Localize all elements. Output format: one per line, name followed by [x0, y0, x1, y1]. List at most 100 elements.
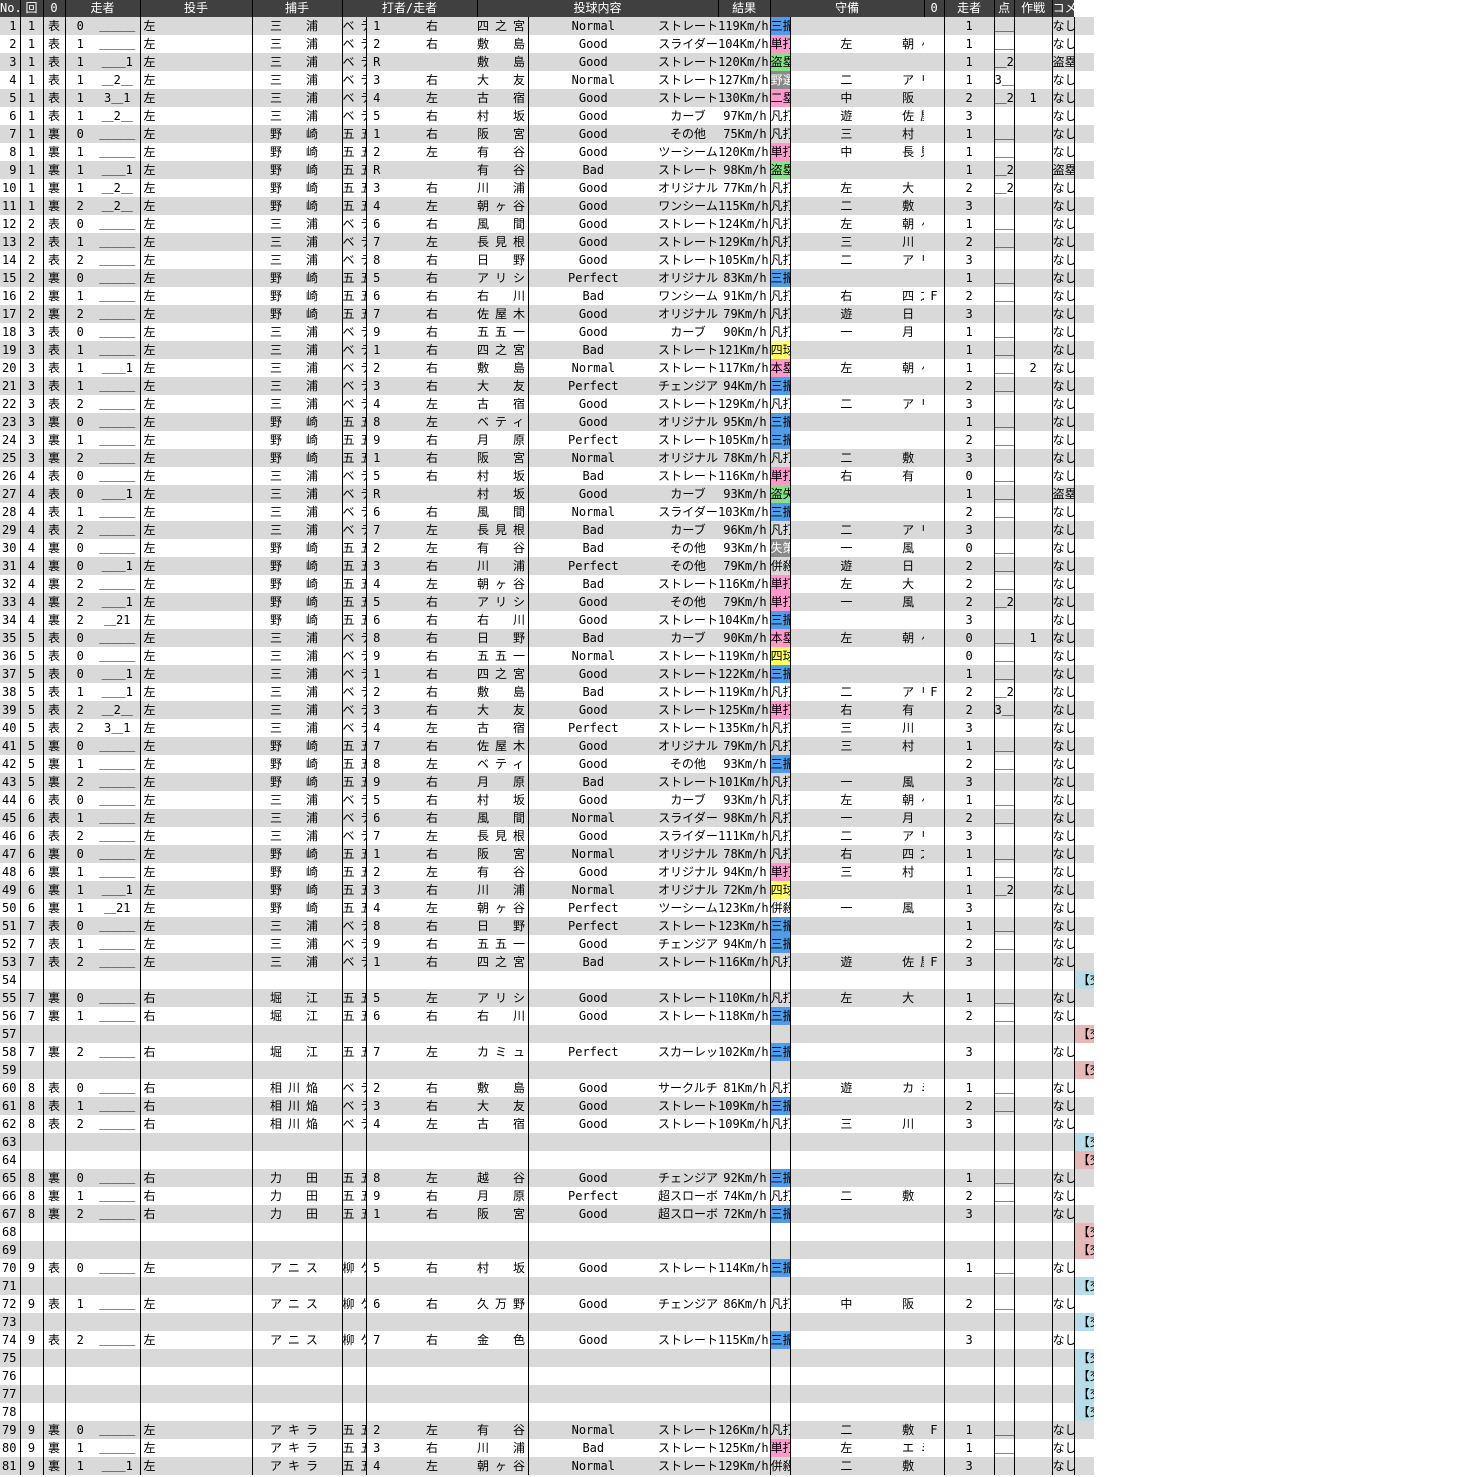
col-header-outs[interactable]: 0 — [43, 0, 66, 17]
table-row[interactable]: 16 2 裏 1 ＿＿＿ 左 野 崎 五五一 6 右 右 川 Bad ワンシーム… — [0, 287, 1474, 305]
table-row[interactable]: 36 5 表 0 ＿＿＿ 左 三 浦 ベティ 9 右 五五一 Normal スト… — [0, 647, 1474, 665]
table-row[interactable]: 70 9 表 0 ＿＿＿ 左 アニス 柳ケ瀬 5 右 村 坂 Good ストレー… — [0, 1259, 1474, 1277]
table-row[interactable]: 59 【交代】投手：三浦→相川焔 — [0, 1061, 1474, 1079]
table-row[interactable]: 79 9 裏 0 ＿＿＿ 左 アキラ 五五一 2 左 有 谷 Normal スト… — [0, 1421, 1474, 1439]
table-row[interactable]: 54 【交代】投手：野崎→堀江 — [0, 971, 1474, 989]
table-row[interactable]: 20 3 表 1 ＿＿1 左 三 浦 ベティ 2 右 敷 島 Normal スト… — [0, 359, 1474, 377]
table-row[interactable]: 45 6 表 1 ＿＿＿ 左 三 浦 ベティ 6 右 風 間 Normal スラ… — [0, 809, 1474, 827]
col-header-runs[interactable]: 点 — [994, 0, 1015, 17]
table-row[interactable]: 69 【交代】捕手：越谷→柳ケ瀬 — [0, 1241, 1474, 1259]
table-row[interactable]: 48 6 裏 1 ＿＿＿ 左 野 崎 五五一 2 左 有 谷 Good オリジナ… — [0, 863, 1474, 881]
table-row[interactable]: 71 【交代】代打：風間→久万野 — [0, 1277, 1474, 1295]
table-row[interactable]: 34 4 裏 2 ＿21 左 野 崎 五五一 6 右 右 川 Good ストレー… — [0, 611, 1474, 629]
outs-after-cell: 1 — [944, 341, 995, 359]
table-row[interactable]: 73 【交代】代打：長見根→金色 — [0, 1313, 1474, 1331]
table-row[interactable]: 1 1 表 0 ＿＿＿ 左 三 浦 ベティ 1 右 四之宮 Normal ストレ… — [0, 17, 1474, 35]
table-row[interactable]: 24 3 裏 1 ＿＿＿ 左 野 崎 五五一 9 右 月 原 Perfect ス… — [0, 431, 1474, 449]
table-row[interactable]: 5 1 表 1 3＿1 左 三 浦 ベティ 4 左 古 宿 Good ストレート… — [0, 89, 1474, 107]
table-row[interactable]: 67 8 裏 2 ＿＿＿ 右 力 田 五五一 1 右 阪 宮 Good 超スロー… — [0, 1205, 1474, 1223]
table-row[interactable]: 6 1 表 1 ＿2＿ 左 三 浦 ベティ 5 右 村 坂 Good カーブ 9… — [0, 107, 1474, 125]
col-header-pitch[interactable]: 投球内容 — [477, 0, 719, 17]
table-row[interactable]: 15 2 裏 0 ＿＿＿ 左 野 崎 五五一 5 右 アリシア Perfect … — [0, 269, 1474, 287]
play-number-cell: 58 — [0, 1043, 21, 1061]
table-row[interactable]: 22 3 表 2 ＿＿＿ 左 三 浦 ベティ 4 左 古 宿 Good ストレー… — [0, 395, 1474, 413]
table-row[interactable]: 43 5 裏 2 ＿＿＿ 左 野 崎 五五一 9 右 月 原 Bad ストレート… — [0, 773, 1474, 791]
table-row[interactable]: 28 4 表 1 ＿＿＿ 左 三 浦 ベティ 6 右 風 間 Normal スラ… — [0, 503, 1474, 521]
table-row[interactable]: 76 【交代】中堅：金色→海月 — [0, 1367, 1474, 1385]
outs-cell — [65, 1313, 95, 1331]
table-row[interactable]: 65 8 裏 0 ＿＿＿ 右 力 田 五五一 8 左 越 谷 Good チェンジ… — [0, 1169, 1474, 1187]
table-row[interactable]: 33 4 裏 2 ＿＿1 左 野 崎 五五一 5 右 アリシア Good その他… — [0, 593, 1474, 611]
table-row[interactable]: 25 3 裏 2 ＿＿＿ 左 野 崎 五五一 1 右 阪 宮 Normal オリ… — [0, 449, 1474, 467]
table-row[interactable]: 4 1 表 1 ＿2＿ 左 三 浦 ベティ 3 右 大 友 Normal ストレ… — [0, 71, 1474, 89]
table-row[interactable]: 35 5 表 0 ＿＿＿ 左 三 浦 ベティ 8 右 日 野 Bad カーブ 9… — [0, 629, 1474, 647]
table-row[interactable]: 30 4 裏 0 ＿＿＿ 左 野 崎 五五一 2 左 有 谷 Bad その他 9… — [0, 539, 1474, 557]
table-row[interactable]: 75 【交代】投手：力田→アキラ — [0, 1349, 1474, 1367]
table-row[interactable]: 37 5 表 0 ＿＿1 左 三 浦 ベティ 1 右 四之宮 Good ストレー… — [0, 665, 1474, 683]
table-row[interactable]: 3 1 表 1 ＿＿1 左 三 浦 ベティ R 敷 島 Good ストレート 1… — [0, 53, 1474, 71]
table-row[interactable]: 72 9 表 1 ＿＿＿ 左 アニス 柳ケ瀬 6 右 久万野 Good チェンジ… — [0, 1295, 1474, 1313]
table-row[interactable]: 12 2 表 0 ＿＿＿ 左 三 浦 ベティ 6 右 風 間 Good ストレー… — [0, 215, 1474, 233]
col-header-defense[interactable]: 守備 — [770, 0, 925, 17]
table-row[interactable]: 18 3 表 0 ＿＿＿ 左 三 浦 ベティ 9 右 五五一 Good カーブ … — [0, 323, 1474, 341]
table-row[interactable]: 68 【交代】投手：相川焔→アニス — [0, 1223, 1474, 1241]
table-row[interactable]: 10 1 裏 1 ＿2＿ 左 野 崎 五五一 3 右 川 浦 Good オリジナ… — [0, 179, 1474, 197]
col-header-runners-after[interactable]: 走者 — [944, 0, 995, 17]
col-header-outs-after[interactable]: 0 — [924, 0, 945, 17]
table-row[interactable]: 80 9 裏 1 ＿＿＿ 左 アキラ 五五一 3 右 川 浦 Bad ストレート… — [0, 1439, 1474, 1457]
table-row[interactable]: 58 7 裏 2 ＿＿＿ 右 堀 江 五五一 7 左 カミュ Perfect ス… — [0, 1043, 1474, 1061]
table-row[interactable]: 52 7 表 1 ＿＿＿ 左 三 浦 ベティ 9 右 五五一 Good チェンジ… — [0, 935, 1474, 953]
col-header-catcher[interactable]: 捕手 — [252, 0, 343, 17]
table-row[interactable]: 57 【交代】代打：佐屋木→カミュ — [0, 1025, 1474, 1043]
table-row[interactable]: 56 7 裏 1 ＿＿＿ 右 堀 江 五五一 6 右 右 川 Good ストレー… — [0, 1007, 1474, 1025]
table-row[interactable]: 66 8 裏 1 ＿＿＿ 右 力 田 五五一 9 右 月 原 Perfect 超… — [0, 1187, 1474, 1205]
table-row[interactable]: 78 【交代】一塁：久万野→竹之子 — [0, 1403, 1474, 1421]
table-row[interactable]: 26 4 表 0 ＿＿＿ 左 三 浦 ベティ 5 右 村 坂 Bad ストレート… — [0, 467, 1474, 485]
table-row[interactable]: 17 2 裏 2 ＿＿＿ 左 野 崎 五五一 7 右 佐屋木 Good オリジナ… — [0, 305, 1474, 323]
col-header-runners[interactable]: 走者 — [65, 0, 141, 17]
table-row[interactable]: 13 2 表 1 ＿＿＿ 左 三 浦 ベティ 7 左 長見根 Good ストレー… — [0, 233, 1474, 251]
table-row[interactable]: 42 5 裏 1 ＿＿＿ 左 野 崎 五五一 8 左 ベティ Good その他 … — [0, 755, 1474, 773]
table-row[interactable]: 61 8 表 1 ＿＿＿ 右 相川焔 ベティ 3 右 大 友 Good ストレー… — [0, 1097, 1474, 1115]
table-row[interactable]: 74 9 表 2 ＿＿＿ 左 アニス 柳ケ瀬 7 右 金 色 Good ストレー… — [0, 1331, 1474, 1349]
table-row[interactable]: 55 7 裏 0 ＿＿＿ 右 堀 江 五五一 5 左 アリシア Good ストレ… — [0, 989, 1474, 1007]
col-header-strategy[interactable]: 作戦 — [1014, 0, 1053, 17]
table-row[interactable]: 21 3 表 1 ＿＿＿ 左 三 浦 ベティ 3 右 大 友 Perfect チ… — [0, 377, 1474, 395]
table-row[interactable]: 81 9 裏 1 ＿＿1 左 アキラ 五五一 4 左 朝ヶ谷 Normal スト… — [0, 1457, 1474, 1475]
comment-cell — [1074, 1331, 1095, 1349]
table-row[interactable]: 60 8 表 0 ＿＿＿ 右 相川焔 ベティ 2 右 敷 島 Good サークル… — [0, 1079, 1474, 1097]
col-header-no[interactable]: No. — [0, 0, 21, 17]
table-row[interactable]: 63 【交代】投手：堀江→力田 — [0, 1133, 1474, 1151]
table-row[interactable]: 77 【交代】左翼：大友→エミーネ — [0, 1385, 1474, 1403]
table-row[interactable]: 29 4 表 2 ＿＿＿ 左 三 浦 ベティ 7 左 長見根 Bad カーブ 9… — [0, 521, 1474, 539]
table-row[interactable]: 64 【交代】代打：ベティ→越谷 — [0, 1151, 1474, 1169]
table-row[interactable]: 19 3 表 1 ＿＿＿ 左 三 浦 ベティ 1 右 四之宮 Bad ストレート… — [0, 341, 1474, 359]
table-row[interactable]: 44 6 表 0 ＿＿＿ 左 三 浦 ベティ 5 右 村 坂 Good カーブ … — [0, 791, 1474, 809]
table-row[interactable]: 46 6 表 2 ＿＿＿ 左 三 浦 ベティ 7 左 長見根 Good スライダ… — [0, 827, 1474, 845]
table-row[interactable]: 2 1 表 1 ＿＿＿ 左 三 浦 ベティ 2 右 敷 島 Good スライダー… — [0, 35, 1474, 53]
table-row[interactable]: 49 6 裏 1 ＿＿1 左 野 崎 五五一 3 右 川 浦 Normal オリ… — [0, 881, 1474, 899]
table-row[interactable]: 41 5 裏 0 ＿＿＿ 左 野 崎 五五一 7 右 佐屋木 Good オリジナ… — [0, 737, 1474, 755]
table-row[interactable]: 8 1 裏 1 ＿＿＿ 左 野 崎 五五一 2 左 有 谷 Good ツーシーム… — [0, 143, 1474, 161]
col-header-batter[interactable]: 打者/走者 — [342, 0, 478, 17]
table-row[interactable]: 14 2 表 2 ＿＿＿ 左 三 浦 ベティ 8 右 日 野 Good ストレー… — [0, 251, 1474, 269]
table-row[interactable]: 51 7 表 0 ＿＿＿ 左 三 浦 ベティ 8 右 日 野 Perfect ス… — [0, 917, 1474, 935]
col-header-inning[interactable]: 回 — [20, 0, 44, 17]
col-header-comment[interactable]: コメント — [1052, 0, 1075, 17]
col-header-pitcher[interactable]: 投手 — [140, 0, 253, 17]
table-row[interactable]: 40 5 表 2 3＿1 左 三 浦 ベティ 4 左 古 宿 Perfect ス… — [0, 719, 1474, 737]
table-row[interactable]: 32 4 裏 2 ＿＿＿ 左 野 崎 五五一 4 左 朝ヶ谷 Bad ストレート… — [0, 575, 1474, 593]
table-row[interactable]: 62 8 表 2 ＿＿＿ 右 相川焔 ベティ 4 左 古 宿 Good ストレー… — [0, 1115, 1474, 1133]
table-row[interactable]: 9 1 裏 1 ＿＿1 左 野 崎 五五一 R 有 谷 Bad ストレート 98… — [0, 161, 1474, 179]
table-row[interactable]: 39 5 表 2 ＿2＿ 左 三 浦 ベティ 3 右 大 友 Good ストレー… — [0, 701, 1474, 719]
table-row[interactable]: 7 1 裏 0 ＿＿＿ 左 野 崎 五五一 1 右 阪 宮 Good その他 7… — [0, 125, 1474, 143]
table-row[interactable]: 47 6 裏 0 ＿＿＿ 左 野 崎 五五一 1 右 阪 宮 Normal オリ… — [0, 845, 1474, 863]
table-row[interactable]: 53 7 表 2 ＿＿＿ 左 三 浦 ベティ 1 右 四之宮 Bad ストレート… — [0, 953, 1474, 971]
table-row[interactable]: 11 1 裏 2 ＿2＿ 左 野 崎 五五一 4 左 朝ヶ谷 Good ワンシー… — [0, 197, 1474, 215]
table-row[interactable]: 27 4 表 0 ＿＿1 左 三 浦 ベティ R 村 坂 Good カーブ 93… — [0, 485, 1474, 503]
table-row[interactable]: 23 3 裏 0 ＿＿＿ 左 野 崎 五五一 8 左 ベティ Good オリジナ… — [0, 413, 1474, 431]
table-row[interactable]: 31 4 裏 0 ＿＿1 左 野 崎 五五一 3 右 川 浦 Perfect そ… — [0, 557, 1474, 575]
col-header-result[interactable]: 結果 — [718, 0, 771, 17]
table-row[interactable]: 38 5 表 1 ＿＿1 左 三 浦 ベティ 2 右 敷 島 Bad ストレート… — [0, 683, 1474, 701]
table-row[interactable]: 50 6 裏 1 ＿21 左 野 崎 五五一 4 左 朝ヶ谷 Perfect ツ… — [0, 899, 1474, 917]
